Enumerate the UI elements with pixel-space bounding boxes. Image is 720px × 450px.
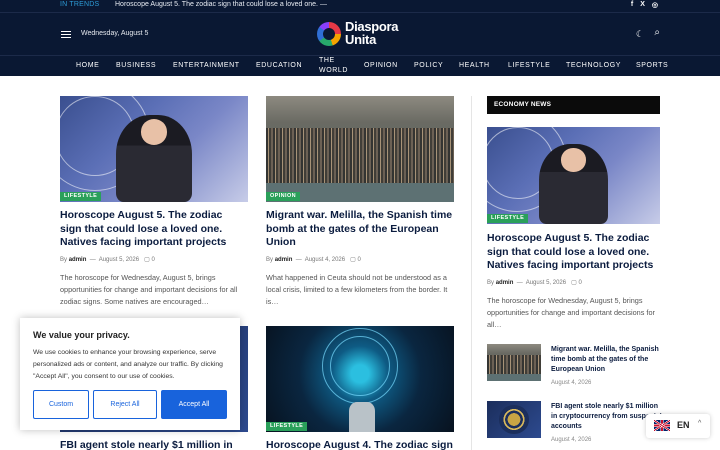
post-image-zodiac[interactable] — [266, 326, 454, 432]
nav-business[interactable]: BUSINESS — [116, 62, 156, 69]
sidebar-heading: ECONOMY NEWS — [487, 96, 660, 114]
category-badge[interactable]: OPINION — [266, 192, 301, 201]
sidebar-featured-title[interactable]: Horoscope August 5. The zodiac sign that… — [487, 232, 660, 273]
mini-thumb-migrants[interactable] — [487, 344, 541, 381]
nav-policy[interactable]: POLICY — [414, 62, 443, 69]
nav-home[interactable]: HOME — [76, 62, 99, 69]
nav-the-world[interactable]: THE WORLD — [319, 56, 348, 76]
category-badge[interactable]: LIFESTYLE — [60, 192, 102, 201]
language-code: EN — [677, 420, 690, 430]
accept-all-button[interactable]: Accept All — [161, 390, 227, 419]
logo-globe-icon — [317, 22, 341, 46]
post-image-migrants[interactable] — [266, 96, 454, 202]
social-links: f X ◎ — [631, 1, 658, 9]
x-icon[interactable]: X — [640, 1, 645, 9]
nav-lifestyle[interactable]: LIFESTYLE — [508, 62, 550, 69]
site-header: Wednesday, August 5 Diaspora Unita ☾ ⌕ — [0, 12, 720, 55]
author-link[interactable]: admin — [275, 257, 293, 263]
post-date: August 4, 2026 — [304, 257, 346, 263]
main-nav: HOME BUSINESS ENTERTAINMENT EDUCATION TH… — [0, 55, 720, 76]
top-bar: IN TRENDS Horoscope August 5. The zodiac… — [0, 0, 720, 12]
dark-mode-icon[interactable]: ☾ — [636, 29, 644, 40]
category-badge[interactable]: LIFESTYLE — [487, 214, 529, 223]
uk-flag-icon — [654, 420, 670, 431]
logo-text: Diaspora Unita — [345, 19, 399, 47]
comment-count: 0 — [357, 257, 361, 263]
customize-button[interactable]: Custom — [33, 390, 89, 419]
author-link[interactable]: admin — [69, 257, 87, 263]
mini-post-date: August 4, 2026 — [551, 437, 592, 443]
comment-icon: ▢ — [144, 257, 150, 263]
cookie-consent-banner: We value your privacy. We use cookies to… — [20, 318, 240, 430]
post-title[interactable]: Migrant war. Melilla, the Spanish time b… — [266, 209, 454, 250]
post-excerpt: What happened in Ceuta should not be und… — [266, 273, 448, 306]
post-title[interactable]: Horoscope August 4. The zodiac sign — [266, 439, 454, 450]
category-badge[interactable]: LIFESTYLE — [266, 422, 308, 431]
post-image-horoscope[interactable] — [60, 96, 248, 202]
nav-health[interactable]: HEALTH — [459, 62, 490, 69]
post-title[interactable]: FBI agent stole nearly $1 million in — [60, 439, 248, 450]
post-meta: By admin — August 5, 2026 ▢ 0 — [60, 257, 155, 263]
post-excerpt: The horoscope for Wednesday, August 5, b… — [60, 273, 238, 306]
nav-entertainment[interactable]: ENTERTAINMENT — [173, 62, 240, 69]
nav-education[interactable]: EDUCATION — [256, 62, 302, 69]
comment-icon: ▢ — [571, 280, 577, 286]
sidebar-featured-excerpt: The horoscope for Wednesday, August 5, b… — [487, 296, 655, 329]
facebook-icon[interactable]: f — [631, 1, 633, 9]
cookie-title: We value your privacy. — [33, 330, 130, 340]
post-date: August 5, 2026 — [525, 280, 567, 286]
header-date: Wednesday, August 5 — [81, 30, 149, 37]
mini-post-title[interactable]: Migrant war. Melilla, the Spanish time b… — [551, 345, 663, 375]
site-logo[interactable]: Diaspora Unita — [317, 19, 412, 51]
comment-count: 0 — [578, 280, 582, 286]
nav-sports[interactable]: SPORTS — [636, 62, 668, 69]
nav-opinion[interactable]: OPINION — [364, 62, 398, 69]
mini-post-date: August 4, 2026 — [551, 380, 592, 386]
instagram-icon[interactable]: ◎ — [652, 1, 658, 9]
trends-label: IN TRENDS — [60, 1, 100, 8]
post-meta: By admin — August 5, 2026 ▢ 0 — [487, 280, 582, 286]
column-divider — [471, 96, 472, 450]
nav-technology[interactable]: TECHNOLOGY — [566, 62, 621, 69]
chevron-up-icon: ^ — [698, 420, 702, 427]
post-meta: By admin — August 4, 2026 ▢ 0 — [266, 257, 361, 263]
language-switcher[interactable]: EN ^ — [646, 414, 710, 438]
post-date: August 5, 2026 — [98, 257, 140, 263]
mini-thumb-fbi[interactable] — [487, 401, 541, 438]
post-title[interactable]: Horoscope August 5. The zodiac sign that… — [60, 209, 245, 250]
author-link[interactable]: admin — [496, 280, 514, 286]
search-icon[interactable]: ⌕ — [654, 27, 660, 38]
reject-all-button[interactable]: Reject All — [93, 390, 157, 419]
sidebar-featured-image[interactable] — [487, 127, 660, 224]
cookie-text: We use cookies to enhance your browsing … — [33, 349, 223, 380]
comment-icon: ▢ — [350, 257, 356, 263]
menu-icon[interactable] — [61, 31, 71, 39]
trends-ticker-link[interactable]: Horoscope August 5. The zodiac sign that… — [115, 1, 327, 8]
comment-count: 0 — [151, 257, 155, 263]
